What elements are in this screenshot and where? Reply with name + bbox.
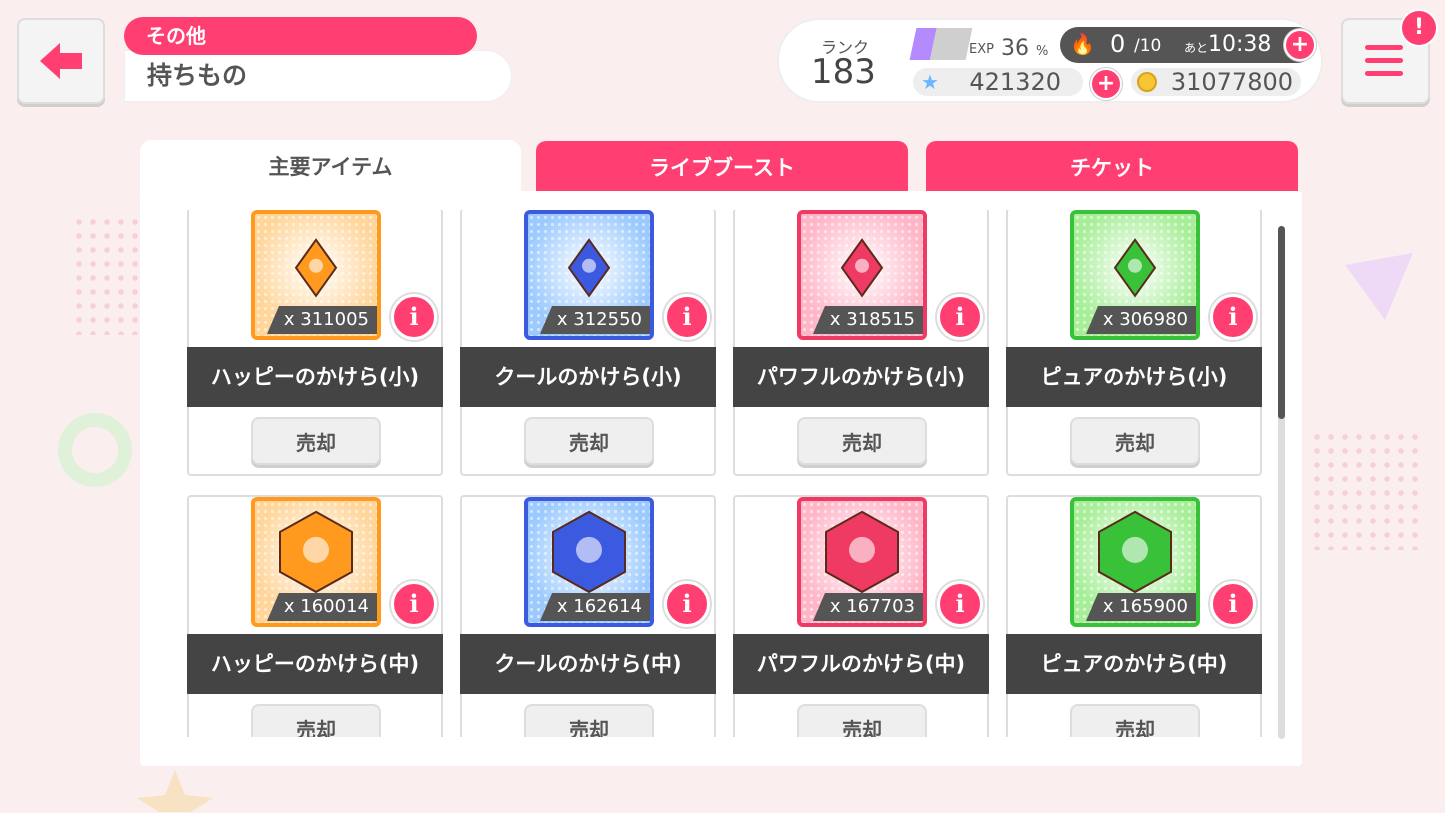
notification-badge: !	[1400, 9, 1438, 47]
exp-value: 36	[1001, 36, 1029, 61]
stamina-display: 🔥 0 /10 あと 10:38 +	[1060, 27, 1316, 63]
hamburger-icon-line	[1365, 71, 1403, 76]
item-card: x 165900 i ピュアのかけら(中) 売却	[1006, 495, 1262, 737]
info-button[interactable]: i	[391, 294, 437, 340]
tab-main-items[interactable]: 主要アイテム	[140, 140, 521, 192]
item-card: x 311005 i ハッピーのかけら(小) 売却	[187, 210, 443, 476]
crystal-shard-icon	[552, 510, 626, 594]
stamina-timer-label: あと	[1184, 41, 1209, 55]
star-gem-icon: ★	[921, 70, 939, 94]
hamburger-icon-line	[1365, 58, 1403, 63]
item-icon[interactable]: x 167703	[797, 497, 927, 627]
page-title: 持ちもの	[124, 50, 512, 102]
item-count: x 165900	[1086, 593, 1196, 621]
info-button[interactable]: i	[1210, 294, 1256, 340]
sell-button[interactable]: 売却	[797, 417, 927, 465]
item-card: x 312550 i クールのかけら(小) 売却	[460, 210, 716, 476]
crystal-shard-icon	[567, 238, 611, 298]
gem-display: ★ 421320	[913, 68, 1083, 96]
coin-display: 31077800	[1131, 68, 1301, 96]
item-grid[interactable]: x 311005 i ハッピーのかけら(小) 売却 x 312550 i クールのかけら(小…	[187, 210, 1262, 737]
item-card: x 160014 i ハッピーのかけら(中) 売却	[187, 495, 443, 737]
info-button[interactable]: i	[664, 581, 710, 627]
item-count: x 162614	[540, 593, 650, 621]
scrollbar-thumb[interactable]	[1278, 226, 1285, 419]
item-name: クールのかけら(中)	[460, 634, 716, 694]
item-icon[interactable]: x 162614	[524, 497, 654, 627]
item-count: x 160014	[267, 593, 377, 621]
arrow-left-icon	[40, 43, 82, 79]
item-count: x 311005	[267, 306, 377, 334]
page-category: その他	[124, 17, 477, 55]
sell-button[interactable]: 売却	[1070, 417, 1200, 465]
item-icon[interactable]: x 311005	[251, 210, 381, 340]
fire-icon: 🔥	[1070, 32, 1095, 56]
ring-decoration	[58, 413, 132, 487]
info-button[interactable]: i	[937, 581, 983, 627]
hamburger-icon	[1365, 45, 1403, 50]
add-gems-button[interactable]: +	[1090, 68, 1122, 100]
sell-button[interactable]: 売却	[797, 704, 927, 737]
sell-button[interactable]: 売却	[251, 417, 381, 465]
coin-icon	[1137, 72, 1157, 92]
exp-label: EXP	[969, 42, 994, 57]
crystal-shard-icon	[1098, 510, 1172, 594]
exp-unit: %	[1036, 44, 1049, 59]
item-name: ハッピーのかけら(中)	[187, 634, 443, 694]
crystal-shard-icon	[294, 238, 338, 298]
triangle-decoration	[1345, 253, 1413, 320]
item-count: x 167703	[813, 593, 923, 621]
item-name: クールのかけら(小)	[460, 347, 716, 407]
item-count: x 318515	[813, 306, 923, 334]
stamina-current: 0	[1110, 30, 1126, 58]
item-name: ピュアのかけら(小)	[1006, 347, 1262, 407]
coin-count: 31077800	[1170, 68, 1293, 96]
sell-button[interactable]: 売却	[1070, 704, 1200, 737]
sell-button[interactable]: 売却	[524, 417, 654, 465]
item-card: x 162614 i クールのかけら(中) 売却	[460, 495, 716, 737]
star-decoration	[137, 770, 213, 812]
item-icon[interactable]: x 318515	[797, 210, 927, 340]
item-card: x 306980 i ピュアのかけら(小) 売却	[1006, 210, 1262, 476]
info-button[interactable]: i	[391, 581, 437, 627]
tab-live-boost[interactable]: ライブブースト	[536, 141, 908, 191]
item-count: x 312550	[540, 306, 650, 334]
info-button[interactable]: i	[1210, 581, 1256, 627]
sell-button[interactable]: 売却	[524, 704, 654, 737]
item-card: x 318515 i パワフルのかけら(小) 売却	[733, 210, 989, 476]
item-name: パワフルのかけら(中)	[733, 634, 989, 694]
sell-button[interactable]: 売却	[251, 704, 381, 737]
page-header: 持ちもの その他	[124, 17, 512, 102]
stamina-max: /10	[1134, 36, 1162, 56]
gem-count: 421320	[969, 68, 1061, 96]
crystal-shard-icon	[1113, 238, 1157, 298]
item-name: ハッピーのかけら(小)	[187, 347, 443, 407]
crystal-shard-icon	[279, 510, 353, 594]
add-stamina-button[interactable]: +	[1284, 29, 1316, 61]
tab-tickets[interactable]: チケット	[926, 141, 1298, 191]
exp-progress-bar	[909, 28, 973, 60]
item-icon[interactable]: x 306980	[1070, 210, 1200, 340]
player-status-panel: ランク 183 EXP 36 % 🔥 0 /10 あと 10:38 + ★ 42…	[777, 18, 1323, 103]
stamina-timer: 10:38	[1208, 32, 1272, 57]
item-name: ピュアのかけら(中)	[1006, 634, 1262, 694]
crystal-shard-icon	[825, 510, 899, 594]
dot-pattern-decoration	[1310, 430, 1420, 550]
item-icon[interactable]: x 312550	[524, 210, 654, 340]
item-card: x 167703 i パワフルのかけら(中) 売却	[733, 495, 989, 737]
item-icon[interactable]: x 160014	[251, 497, 381, 627]
rank-value: 183	[811, 52, 876, 92]
item-name: パワフルのかけら(小)	[733, 347, 989, 407]
item-count: x 306980	[1086, 306, 1196, 334]
back-button[interactable]	[17, 18, 105, 104]
info-button[interactable]: i	[664, 294, 710, 340]
crystal-shard-icon	[840, 238, 884, 298]
item-icon[interactable]: x 165900	[1070, 497, 1200, 627]
info-button[interactable]: i	[937, 294, 983, 340]
